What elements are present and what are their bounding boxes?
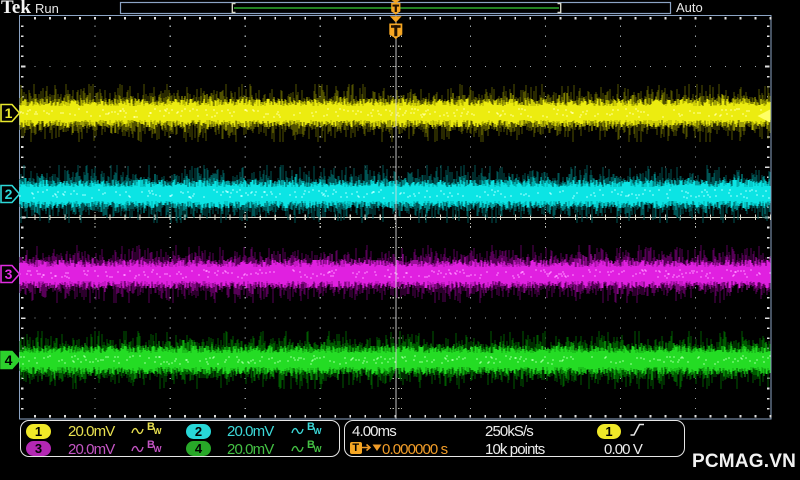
svg-text:4: 4 xyxy=(5,352,13,368)
svg-text:3: 3 xyxy=(5,266,13,282)
svg-text:1: 1 xyxy=(5,105,13,121)
svg-text:2: 2 xyxy=(5,186,13,202)
